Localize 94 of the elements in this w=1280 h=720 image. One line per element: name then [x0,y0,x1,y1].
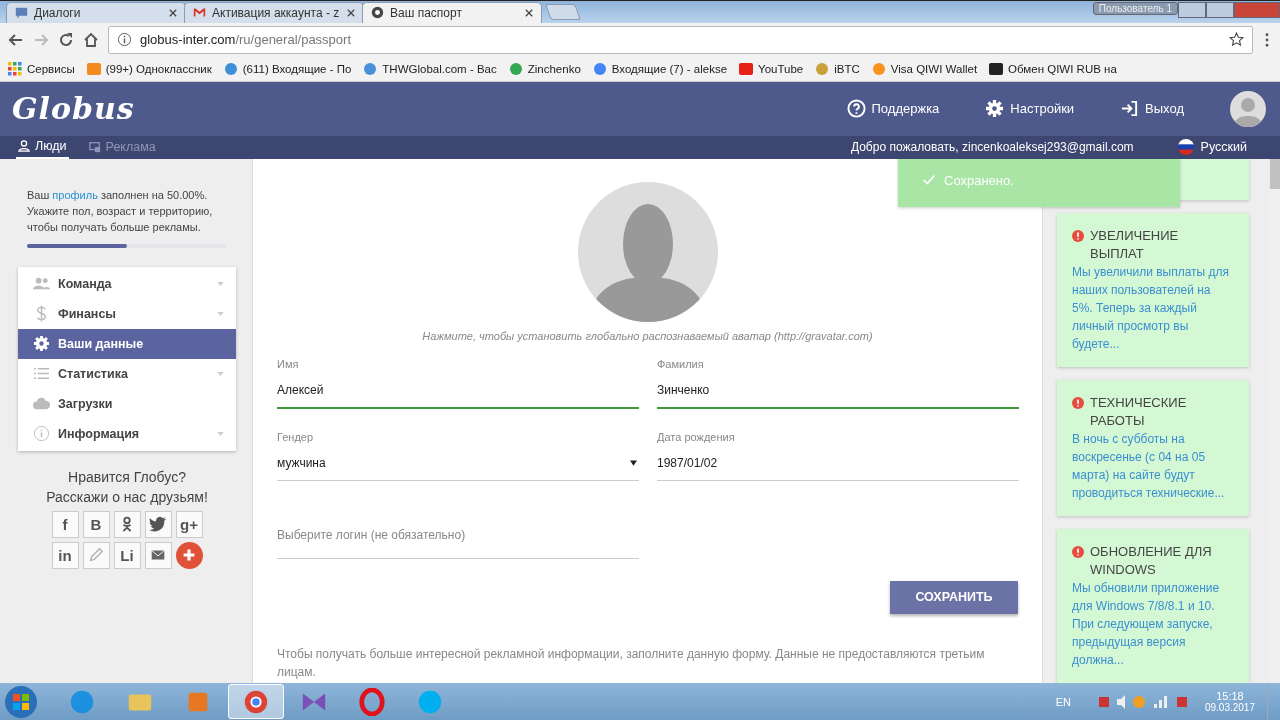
share-button[interactable]: in [51,541,79,569]
bookmark[interactable]: Zinchenko [508,61,581,76]
caret-icon [217,311,224,316]
menu-icon[interactable] [1265,32,1269,47]
settings-icon [985,99,1005,119]
close-icon[interactable] [169,8,177,17]
exit-icon [1120,99,1140,119]
menu-item[interactable]: Статистика [18,358,236,389]
screen-icon [88,141,101,154]
menu-item[interactable]: Загрузки [18,388,236,419]
share-heading: Нравится Глобус? [68,468,186,485]
alert-icon [1072,230,1084,242]
bookmark[interactable]: (99+) Одноклассник [86,61,212,76]
alert-icon [1072,546,1084,558]
site-icon [989,61,1004,76]
info-icon [33,425,50,443]
bookmark[interactable]: YouTube [739,61,804,76]
menu-item[interactable]: Команда [18,268,236,299]
help-icon [846,99,866,119]
check-icon [922,173,936,188]
header-link[interactable]: Выход [1120,99,1184,119]
share-button[interactable] [113,510,141,538]
site-icon [508,61,523,76]
caret-icon [217,281,224,286]
bookmark[interactable]: iBTC [815,61,860,76]
share-button[interactable] [144,510,172,538]
save-button[interactable]: СОХРАНИТЬ [890,580,1018,614]
site-icon [592,61,607,76]
welcome-text: Добро пожаловать, zincenkoaleksej293@gmail.com [850,140,1134,155]
site-icon [871,61,886,76]
site-icon [363,61,378,76]
share-button[interactable]: g+ [175,510,203,538]
site-icon [86,61,101,76]
profile-note: Ваш профиль заполнен на 50.00%. Укажите пол, возраст и территорию, чтобы получать больше рекламы. [27,187,214,235]
menu-item[interactable]: Финансы [18,298,236,329]
home-icon[interactable] [83,31,99,48]
apps-grid-icon [8,61,22,76]
caret-icon [217,431,224,436]
language-selector[interactable]: Русский [1177,139,1247,156]
person-icon [18,140,30,153]
bookmark[interactable]: Входящие (7) - alekse [592,61,728,76]
user-avatar[interactable] [1230,90,1266,127]
ring-icon [358,687,386,716]
header-link[interactable]: Настройки [985,99,1075,119]
reload-icon[interactable] [58,31,74,48]
share-heading: Расскажи о нас друзьям! [46,488,208,505]
share-button[interactable]: B [82,510,110,538]
bookmark[interactable]: Обмен QIWI RUB на [989,61,1117,76]
bookmark[interactable]: Сервисы [8,61,75,76]
share-button[interactable]: Li [113,541,141,569]
taskbar-app[interactable] [228,684,284,719]
site-logo[interactable]: Globus [12,91,135,127]
news-title: УВЕЛИЧЕНИЕ ВЫПЛАТ [1090,227,1180,263]
dropdown-arrow-icon [630,459,637,466]
bookmark[interactable]: THWGlobal.com - Вас [363,61,497,76]
menu-item[interactable]: Ваши данные [18,328,236,359]
gear-icon [33,335,50,353]
mail-icon [193,6,206,20]
bookmark[interactable]: Visa QIWI Wallet [871,61,978,76]
site-icon [815,61,830,76]
caret-icon [217,371,224,376]
site-icon [739,61,754,76]
flag-icon [1177,139,1194,156]
share-button[interactable]: f [51,510,79,538]
close-icon[interactable] [525,8,533,17]
toast-message: Сохранено. [898,158,1180,207]
news-title: ТЕХНИЧЕСКИЕ РАБОТЫ [1090,394,1188,430]
avatar-hint: Нажмите, чтобы установить глобально распознаваемый аватар (http://gravatar.com) [422,329,873,342]
nav-tab[interactable]: Люди [16,135,69,159]
browser-tab[interactable]: Диалоги [6,1,186,23]
bookmark-star-icon[interactable] [1229,32,1244,48]
maximize-button[interactable] [1206,2,1234,18]
browser-tab[interactable]: Активация аккаунта - z [184,1,364,23]
start-button[interactable] [4,684,38,719]
alert-icon [1072,397,1084,409]
bird-icon [149,515,167,534]
tray-icons[interactable] [1098,693,1189,710]
form-note: Чтобы получать больше интересной рекламной информации, заполните данную форму. Данные не предоставляются третьим лицам. [277,645,986,681]
news-title: ОБНОВЛЕНИЕ ДЛЯ WINDOWS [1090,543,1213,579]
address-bar[interactable]: globus-inter.com/ru/general/passport [108,25,1253,54]
menu-item[interactable]: Информация [18,418,236,449]
info-icon [117,32,132,48]
more-share-button[interactable] [175,541,203,569]
minimize-button[interactable] [1178,2,1206,18]
back-icon[interactable] [8,31,24,48]
login-input[interactable]: Выберите логин (не обязательно) [277,512,639,559]
new-tab-button[interactable] [545,3,581,20]
browser-tab[interactable]: Ваш паспорт [362,1,542,23]
site-icon [223,61,238,76]
close-icon[interactable] [347,8,355,17]
header-link[interactable]: Поддержка [846,99,940,119]
bookmark[interactable]: (611) Входящие - По [223,61,352,76]
share-button[interactable] [144,541,172,569]
globe-icon [371,6,384,20]
